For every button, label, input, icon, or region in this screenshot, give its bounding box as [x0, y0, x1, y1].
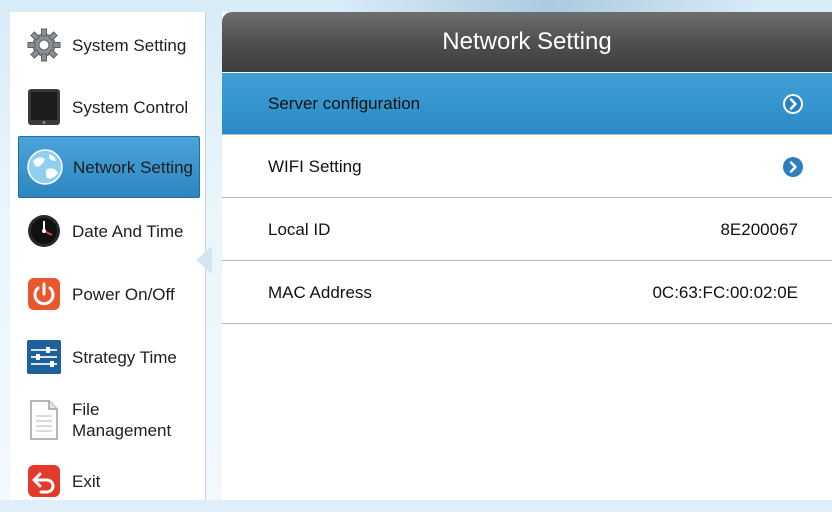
network-setting-panel: Network Setting Server configuration WIF…	[222, 12, 832, 500]
sidebar-item-label-line2: Management	[72, 421, 172, 440]
row-label: WIFI Setting	[268, 156, 362, 176]
sidebar-item-label: File Management	[72, 399, 171, 441]
sliders-icon	[24, 337, 64, 377]
row-label: Server configuration	[268, 93, 421, 113]
sidebar-item-label: Network Setting	[73, 157, 193, 177]
chevron-right-icon[interactable]	[782, 93, 804, 115]
sidebar-item-system-control[interactable]: System Control	[10, 76, 205, 138]
globe-icon	[25, 147, 65, 187]
exit-icon	[24, 461, 64, 501]
sidebar-item-label: Strategy Time	[72, 347, 177, 367]
mac-address-value: 0C:63:FC:00:02:0E	[652, 282, 798, 302]
sidebar-item-label: Date And Time	[72, 221, 184, 241]
selection-pointer	[196, 246, 212, 274]
panel-header: Network Setting	[222, 12, 832, 72]
tablet-icon	[24, 87, 64, 127]
row-server-configuration[interactable]: Server configuration	[222, 73, 832, 135]
row-mac-address: MAC Address 0C:63:FC:00:02:0E	[222, 262, 832, 324]
sidebar-item-network-setting[interactable]: Network Setting	[18, 136, 200, 198]
page-title: Network Setting	[442, 28, 612, 55]
row-label: MAC Address	[268, 282, 372, 302]
chevron-right-icon[interactable]	[782, 156, 804, 178]
sidebar-item-strategy-time[interactable]: Strategy Time	[10, 326, 205, 388]
sidebar-item-exit[interactable]: Exit	[10, 450, 205, 512]
sidebar-item-label: System Setting	[72, 35, 187, 55]
gear-icon	[24, 25, 64, 65]
document-icon	[24, 400, 64, 440]
local-id-value: 8E200067	[720, 219, 798, 239]
sidebar-item-label: System Control	[72, 97, 189, 117]
sidebar-item-file-management[interactable]: File Management	[10, 389, 205, 451]
clock-icon	[24, 211, 64, 251]
sidebar-item-date-and-time[interactable]: Date And Time	[10, 200, 205, 262]
row-local-id: Local ID 8E200067	[222, 199, 832, 261]
background-strip	[340, 0, 760, 12]
sidebar-item-label: Power On/Off	[72, 284, 175, 304]
sidebar: System Setting System Control Network Se…	[10, 12, 206, 500]
sidebar-item-label: Exit	[72, 471, 101, 491]
sidebar-item-system-setting[interactable]: System Setting	[10, 14, 205, 76]
power-icon	[24, 274, 64, 314]
sidebar-item-label-line1: File	[72, 400, 100, 419]
row-label: Local ID	[268, 219, 331, 239]
row-wifi-setting[interactable]: WIFI Setting	[222, 136, 832, 198]
sidebar-item-power-on-off[interactable]: Power On/Off	[10, 263, 205, 325]
